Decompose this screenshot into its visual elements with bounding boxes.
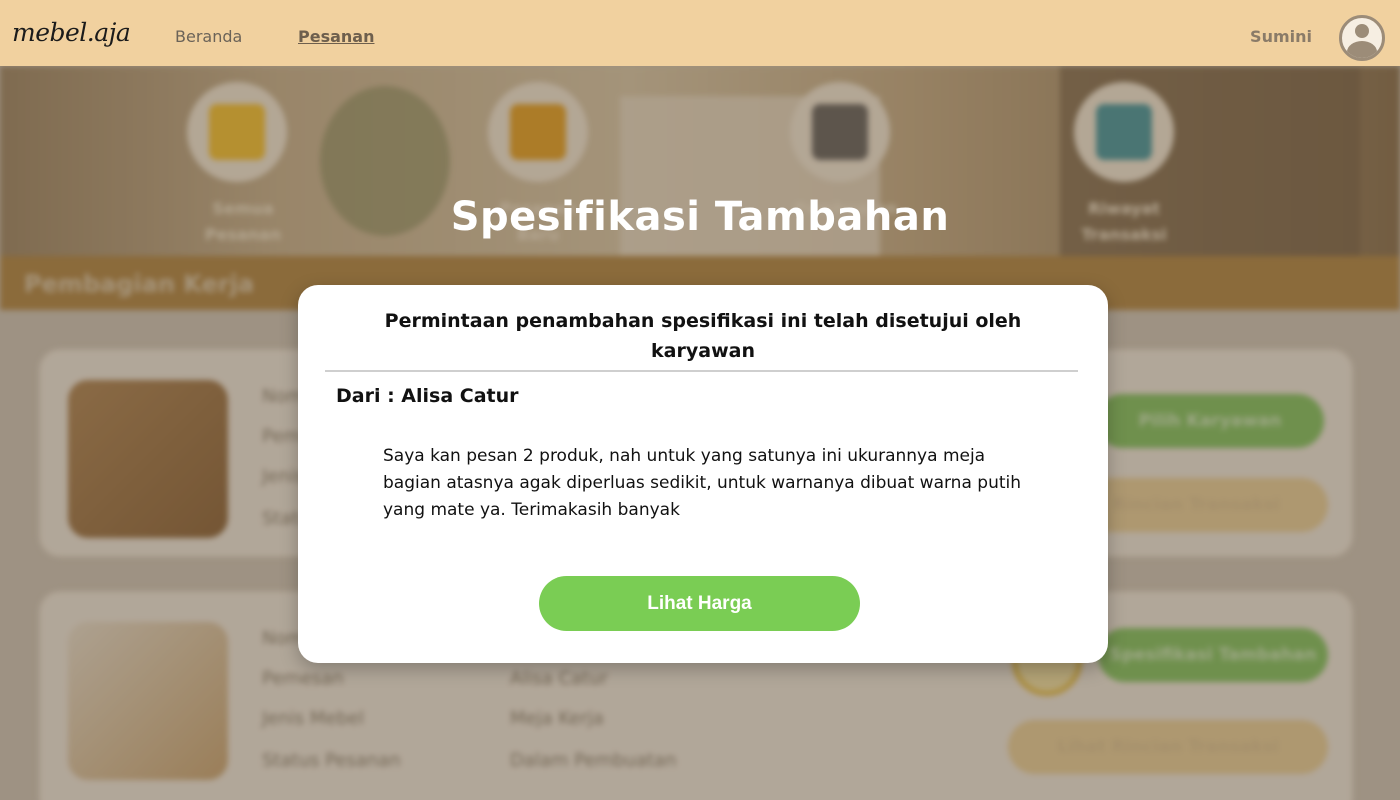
top-navbar: mebel.aja Beranda Pesanan Sumini xyxy=(0,0,1400,66)
modal-title: Spesifikasi Tambahan xyxy=(450,194,950,240)
nav-link-pesanan[interactable]: Pesanan xyxy=(298,27,374,46)
approval-message: Permintaan penambahan spesifikasi ini te… xyxy=(384,310,1022,362)
user-name: Sumini xyxy=(1250,27,1312,46)
avatar-body-shape xyxy=(1347,41,1377,58)
avatar-head-shape xyxy=(1355,24,1369,38)
request-message: Saya kan pesan 2 produk, nah untuk yang … xyxy=(383,446,1022,520)
sender-label: Dari : Alisa Catur xyxy=(336,385,519,407)
spec-modal: Permintaan penambahan spesifikasi ini te… xyxy=(298,285,1108,663)
view-price-button[interactable]: Lihat Harga xyxy=(539,576,860,631)
nav-link-beranda[interactable]: Beranda xyxy=(175,27,242,46)
logo[interactable]: mebel.aja xyxy=(12,18,131,47)
avatar-icon[interactable] xyxy=(1339,15,1385,61)
divider xyxy=(325,370,1078,372)
